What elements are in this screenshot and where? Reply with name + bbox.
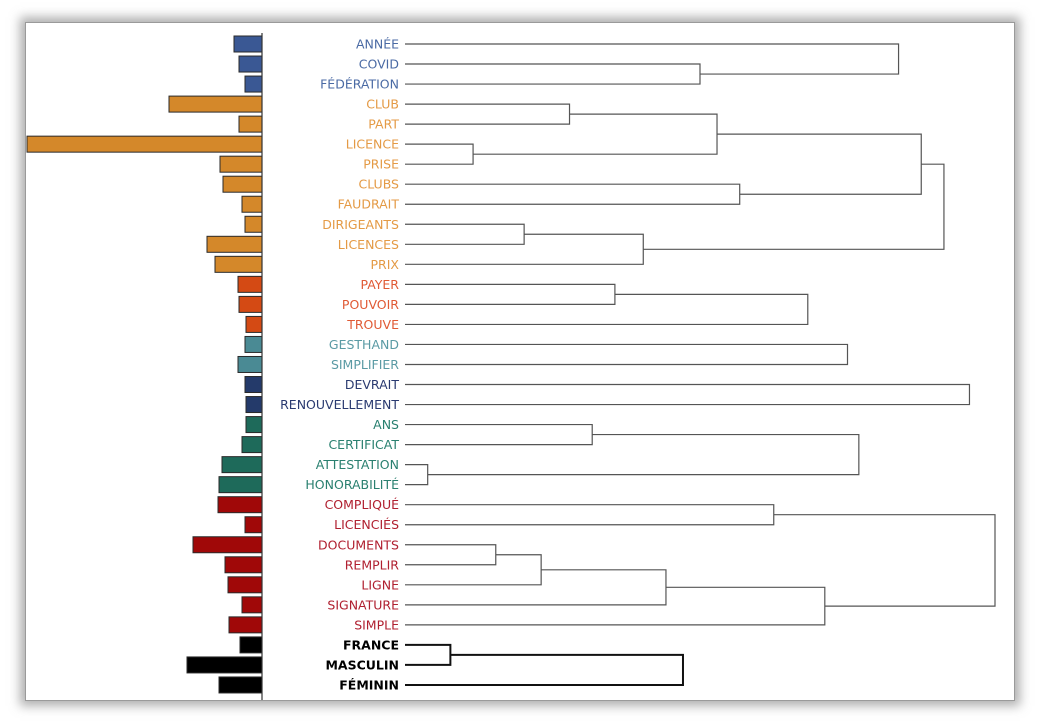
leaf-label: REMPLIR: [345, 557, 400, 572]
leaf-label: DIRIGEANTS: [322, 217, 399, 232]
leaf-label: DOCUMENTS: [318, 537, 399, 552]
leaf-label: FAUDRAIT: [338, 197, 400, 212]
leaf-label: LICENCE: [346, 137, 399, 152]
leaf-label: ANNÉE: [356, 37, 399, 52]
leaf-label: SIMPLE: [354, 617, 399, 632]
bar-france: [239, 636, 263, 654]
dendrogram-link-m11: [405, 283, 616, 305]
leaf-label: CERTIFICAT: [328, 437, 399, 452]
bar-signature: [241, 596, 263, 614]
dendrogram-chart: ANNÉE COVID FÉDÉRATION CLUB PART LICENCE PRISE…: [26, 33, 996, 700]
leaf-label: POUVOIR: [342, 297, 399, 312]
bar-féminin: [218, 676, 263, 694]
bar-attestation: [221, 456, 263, 474]
bar-simplifier: [237, 355, 263, 373]
bar-trouve: [245, 315, 263, 333]
bar-masculin: [186, 656, 263, 674]
dendrogram-link-m13: [405, 343, 849, 366]
leaf-label: COMPLIQUÉ: [325, 497, 400, 512]
leaf-label: FÉDÉRATION: [320, 77, 399, 92]
dendrogram-link-m15: [405, 423, 593, 446]
bar-part: [238, 115, 263, 133]
bar-pouvoir: [238, 295, 263, 313]
bar-documents: [192, 536, 263, 554]
bar-simple: [228, 616, 263, 634]
bar-prise: [219, 155, 263, 173]
dendrogram-link-m2: [405, 43, 900, 75]
dendrogram-link-m4: [405, 143, 474, 165]
leaf-label: DEVRAIT: [345, 377, 399, 392]
leaf-label: CLUBS: [358, 177, 399, 192]
bar-club: [168, 95, 263, 113]
leaf-label: PRIX: [371, 257, 400, 272]
leaf-label: RENOUVELLEMENT: [280, 397, 399, 412]
dendrogram-link-m24: [405, 643, 452, 666]
frequency-bars: [26, 35, 263, 694]
leaf-label: MASCULIN: [325, 657, 399, 672]
dendrogram-link-m5: [473, 113, 718, 155]
dendrogram-link-m7: [717, 133, 922, 195]
leaf-label: ANS: [373, 417, 399, 432]
leaf-label: SIGNATURE: [327, 597, 399, 612]
dendrogram-link-m22: [405, 586, 826, 626]
dendrogram-link-m20: [405, 554, 542, 586]
dendrogram-link-m23: [773, 514, 996, 607]
dendrogram-link-m16: [405, 464, 429, 486]
bar-devrait: [244, 376, 263, 394]
bar-renouvellement: [245, 396, 263, 414]
dendrogram-link-m8: [405, 223, 525, 245]
bar-licence: [26, 135, 263, 153]
leaf-label: PART: [368, 117, 399, 132]
leaf-label: LICENCES: [338, 237, 399, 252]
bar-compliqué: [217, 496, 263, 514]
leaf-label: GESTHAND: [329, 337, 399, 352]
leaf-labels: ANNÉE COVID FÉDÉRATION CLUB PART LICENCE PRISE…: [280, 37, 399, 693]
dendrogram-link-m3: [405, 103, 571, 125]
bar-année: [233, 35, 263, 53]
leaf-label: LICENCIÉS: [334, 517, 399, 532]
bar-licences: [206, 235, 263, 253]
bar-ligne: [227, 576, 263, 594]
dendrogram-link-m17: [427, 433, 860, 476]
bar-remplir: [224, 556, 263, 574]
bar-clubs: [222, 175, 263, 193]
dendrogram-link-m21: [405, 569, 667, 606]
bar-payer: [237, 275, 263, 293]
leaf-label: FRANCE: [343, 637, 399, 652]
leaf-label: HONORABILITÉ: [305, 477, 399, 492]
leaf-label: ATTESTATION: [316, 457, 399, 472]
leaf-label: PAYER: [360, 277, 399, 292]
bar-ans: [245, 416, 263, 434]
leaf-label: CLUB: [366, 97, 399, 112]
dendrogram-links: [405, 43, 996, 686]
bar-honorabilité: [218, 476, 263, 494]
bar-certificat: [241, 436, 263, 454]
dendrogram-link-m14: [405, 383, 971, 406]
dendrogram-link-m10: [643, 163, 945, 250]
dendrogram-link-m12: [405, 293, 809, 326]
leaf-label: LIGNE: [361, 577, 399, 592]
dendrogram-link-m6: [405, 183, 741, 205]
bar-prix: [214, 255, 263, 273]
bar-dirigeants: [244, 215, 263, 233]
bar-gesthand: [244, 335, 263, 353]
bar-faudrait: [241, 195, 263, 213]
leaf-label: TROUVE: [346, 317, 399, 332]
bar-covid: [238, 55, 263, 73]
bar-fédération: [244, 75, 263, 93]
leaf-label: FÉMININ: [339, 677, 399, 692]
leaf-label: PRISE: [363, 157, 399, 172]
bar-licenciés: [244, 516, 263, 534]
dendrogram-link-m18: [405, 504, 775, 526]
dendrogram-link-m19: [405, 544, 497, 566]
dendrogram-link-m25: [405, 653, 684, 686]
dendrogram-link-m1: [405, 63, 701, 85]
leaf-label: SIMPLIFIER: [331, 357, 399, 372]
leaf-label: COVID: [359, 57, 399, 72]
